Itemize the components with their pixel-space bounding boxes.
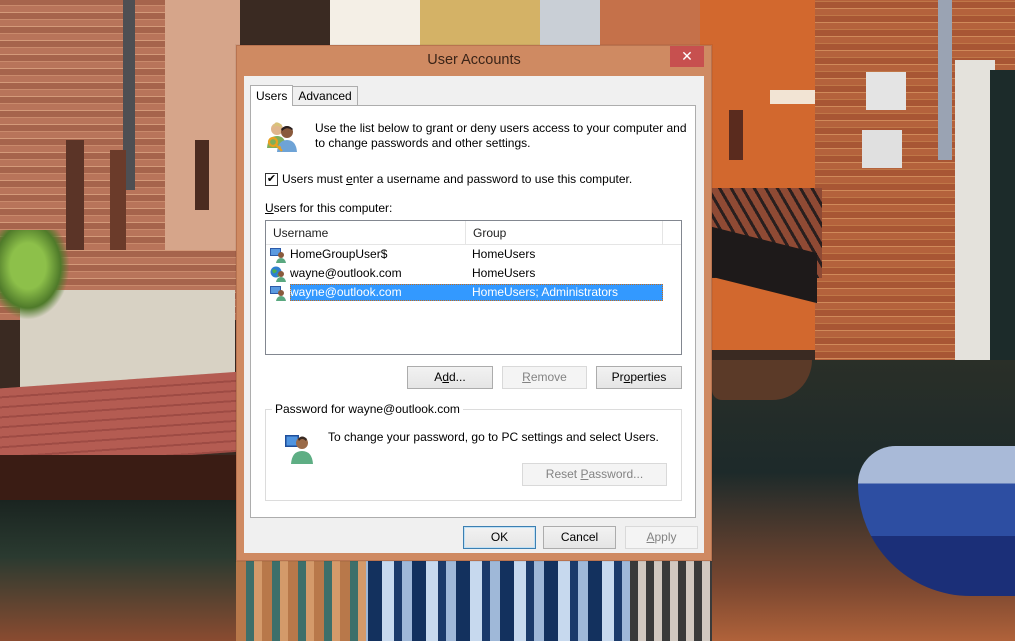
label-text: Reset <box>545 467 581 481</box>
close-button[interactable]: ✕ <box>670 46 704 67</box>
cancel-button[interactable]: Cancel <box>543 526 616 549</box>
access-key: R <box>522 370 531 384</box>
column-header-username[interactable]: Username <box>266 221 466 245</box>
local-user-icon <box>270 285 286 301</box>
title-bar[interactable]: User Accounts ✕ <box>237 46 711 76</box>
row-cells: wayne@outlook.com HomeUsers; Administrat… <box>290 284 663 301</box>
label-text: nter a username and password to use this… <box>352 172 633 186</box>
users-key-icon <box>267 122 297 152</box>
username-cell: wayne@outlook.com <box>290 266 402 280</box>
require-login-checkbox[interactable]: ✔ <box>265 172 278 186</box>
row-cells: wayne@outlook.com HomeUsers <box>290 265 663 282</box>
label-text: perties <box>630 370 667 384</box>
group-cell: HomeUsers; Administrators <box>466 284 663 301</box>
apply-button[interactable]: Apply <box>625 526 698 549</box>
access-key: e <box>346 172 353 186</box>
user-accounts-dialog: User Accounts ✕ Users Advanced Use the l… <box>236 45 712 561</box>
tab-users[interactable]: Users <box>250 85 294 106</box>
username-cell: HomeGroupUser$ <box>290 247 388 261</box>
local-user-icon <box>270 247 286 263</box>
access-key: d <box>442 370 449 384</box>
list-row[interactable]: HomeGroupUser$ HomeUsers <box>266 245 681 264</box>
users-list-label: Users for this computer: <box>265 201 392 215</box>
microsoft-account-icon <box>270 266 286 282</box>
password-groupbox: Password for wayne@outlook.com To change… <box>265 402 682 501</box>
label-text: sers for this computer: <box>273 201 393 215</box>
access-key: P <box>580 467 589 481</box>
label-text: Users must <box>282 172 347 186</box>
password-group-legend: Password for wayne@outlook.com <box>272 402 463 416</box>
wallpaper-water-reflection <box>630 560 712 641</box>
ok-button[interactable]: OK <box>463 526 536 549</box>
users-list[interactable]: Username Group HomeGroupUser$ HomeUsers <box>265 220 682 355</box>
group-cell: HomeUsers <box>472 266 536 280</box>
wallpaper-doorway <box>990 70 1015 370</box>
row-cells: HomeGroupUser$ HomeUsers <box>290 246 663 263</box>
remove-button[interactable]: Remove <box>502 366 587 389</box>
wallpaper-water <box>0 500 240 641</box>
wallpaper-water-reflection <box>236 560 366 641</box>
wallpaper-window <box>110 150 126 250</box>
wallpaper-ac-unit <box>862 130 902 168</box>
list-header: Username Group <box>266 221 681 245</box>
close-icon: ✕ <box>681 48 693 64</box>
dialog-title: User Accounts <box>427 52 521 68</box>
checkmark-icon: ✔ <box>266 172 277 185</box>
label-text: emove <box>530 370 567 384</box>
tab-advanced[interactable]: Advanced <box>292 86 358 105</box>
require-login-row[interactable]: ✔ Users must enter a username and passwo… <box>265 172 632 186</box>
wallpaper-building <box>600 0 710 45</box>
reset-password-button[interactable]: Reset Password... <box>522 463 667 486</box>
label-text: Pr <box>611 370 624 384</box>
properties-button[interactable]: Properties <box>596 366 682 389</box>
wallpaper-pipe <box>938 0 952 160</box>
wallpaper-plant <box>0 230 70 320</box>
label-text: assword... <box>588 467 644 481</box>
intro-text: Use the list below to grant or deny user… <box>315 121 687 150</box>
wallpaper-ac-unit <box>866 72 906 110</box>
wallpaper-building <box>165 0 240 250</box>
column-header-group[interactable]: Group <box>466 221 663 245</box>
wallpaper-building <box>540 0 600 45</box>
list-row-selected[interactable]: wayne@outlook.com HomeUsers; Administrat… <box>266 283 681 302</box>
wallpaper-boat <box>0 371 240 469</box>
require-login-label[interactable]: Users must enter a username and password… <box>282 172 632 186</box>
label-text: d... <box>449 370 466 384</box>
user-computer-icon <box>285 435 313 464</box>
wallpaper-trim <box>770 90 816 104</box>
wallpaper-pillar <box>955 60 995 390</box>
dialog-client-area: Users Advanced Use the list below to gra… <box>244 76 704 553</box>
username-cell: wayne@outlook.com <box>290 284 466 301</box>
tab-strip: Users Advanced <box>250 84 358 106</box>
users-tab-panel: Use the list below to grant or deny user… <box>250 105 696 518</box>
add-button[interactable]: Add... <box>407 366 493 389</box>
wallpaper-window <box>195 140 209 210</box>
wallpaper-building <box>420 0 540 45</box>
wallpaper-window <box>729 110 743 160</box>
password-info-text: To change your password, go to PC settin… <box>328 430 659 444</box>
access-key: U <box>265 201 274 215</box>
access-key: A <box>646 530 655 544</box>
group-cell: HomeUsers <box>472 247 536 261</box>
label-text: pply <box>654 530 677 544</box>
list-row[interactable]: wayne@outlook.com HomeUsers <box>266 264 681 283</box>
